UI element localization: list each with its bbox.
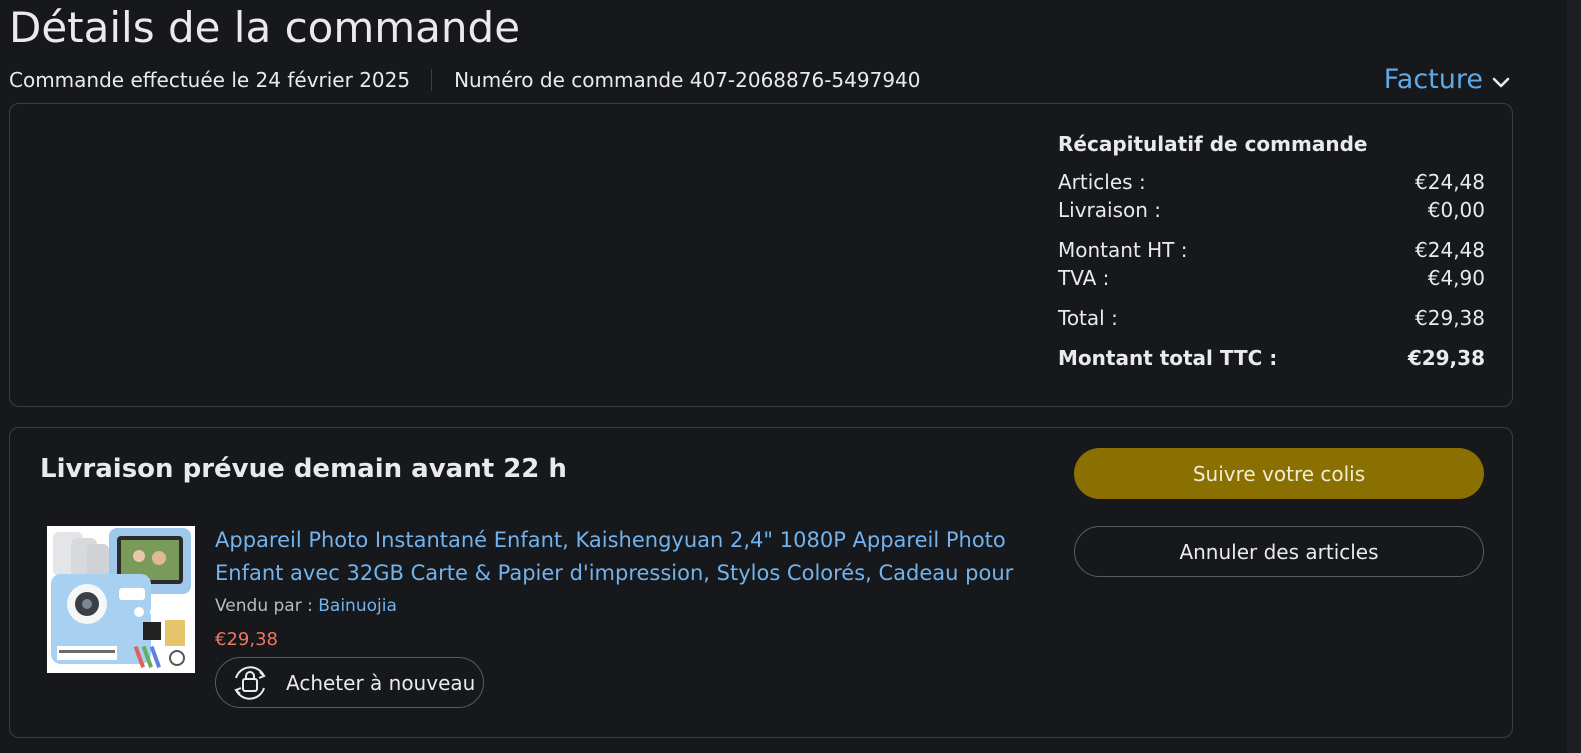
product-price: €29,38 (215, 629, 278, 650)
product-image[interactable] (47, 526, 195, 673)
summary-row-grand-total: Montant total TTC : €29,38 (1058, 344, 1485, 372)
delivery-title: Livraison prévue demain avant 22 h (40, 454, 567, 484)
summary-label: Montant HT : (1058, 238, 1188, 262)
delivery-card: Livraison prévue demain avant 22 h Suivr… (9, 427, 1513, 738)
summary-heading: Récapitulatif de commande (1058, 132, 1368, 156)
summary-row-articles: Articles : €24,48 (1058, 168, 1485, 196)
summary-row-shipping: Livraison : €0,00 (1058, 196, 1485, 224)
order-summary: Récapitulatif de commande Articles : €24… (1058, 130, 1485, 372)
sold-by: Vendu par : Bainuojia (215, 596, 397, 616)
buy-again-icon (228, 664, 272, 702)
summary-value: €24,48 (1415, 238, 1485, 262)
summary-value: €24,48 (1415, 170, 1485, 194)
summary-row-subtotal-ht: Montant HT : €24,48 (1058, 236, 1485, 264)
summary-value: €4,90 (1427, 266, 1485, 290)
buy-again-button[interactable]: Acheter à nouveau (215, 657, 484, 708)
cancel-items-button[interactable]: Annuler des articles (1074, 526, 1484, 577)
summary-row-total: Total : €29,38 (1058, 304, 1485, 332)
order-meta: Commande effectuée le 24 février 2025 Nu… (9, 66, 921, 94)
summary-value: €29,38 (1415, 306, 1485, 330)
meta-divider (431, 69, 433, 91)
track-package-button[interactable]: Suivre votre colis (1074, 448, 1484, 499)
invoice-dropdown[interactable]: Facture (1384, 60, 1511, 100)
seller-link[interactable]: Bainuojia (318, 596, 397, 616)
order-number: Numéro de commande 407-2068876-5497940 (454, 68, 921, 92)
order-summary-card: Récapitulatif de commande Articles : €24… (9, 103, 1513, 407)
summary-value: €0,00 (1427, 198, 1485, 222)
sold-by-label: Vendu par : (215, 596, 313, 616)
summary-label: Articles : (1058, 170, 1146, 194)
page-title: Détails de la commande (9, 3, 521, 52)
order-date: Commande effectuée le 24 février 2025 (9, 68, 411, 92)
summary-label: Montant total TTC : (1058, 346, 1278, 370)
summary-label: TVA : (1058, 266, 1110, 290)
chevron-down-icon (1491, 64, 1511, 100)
summary-value: €29,38 (1407, 346, 1485, 370)
summary-row-vat: TVA : €4,90 (1058, 264, 1485, 292)
invoice-label: Facture (1383, 64, 1483, 95)
summary-label: Livraison : (1058, 198, 1161, 222)
summary-label: Total : (1058, 306, 1118, 330)
scrollbar-track[interactable] (1567, 0, 1581, 753)
buy-again-label: Acheter à nouveau (286, 670, 476, 695)
product-title-link[interactable]: Appareil Photo Instantané Enfant, Kaishe… (215, 524, 1025, 590)
